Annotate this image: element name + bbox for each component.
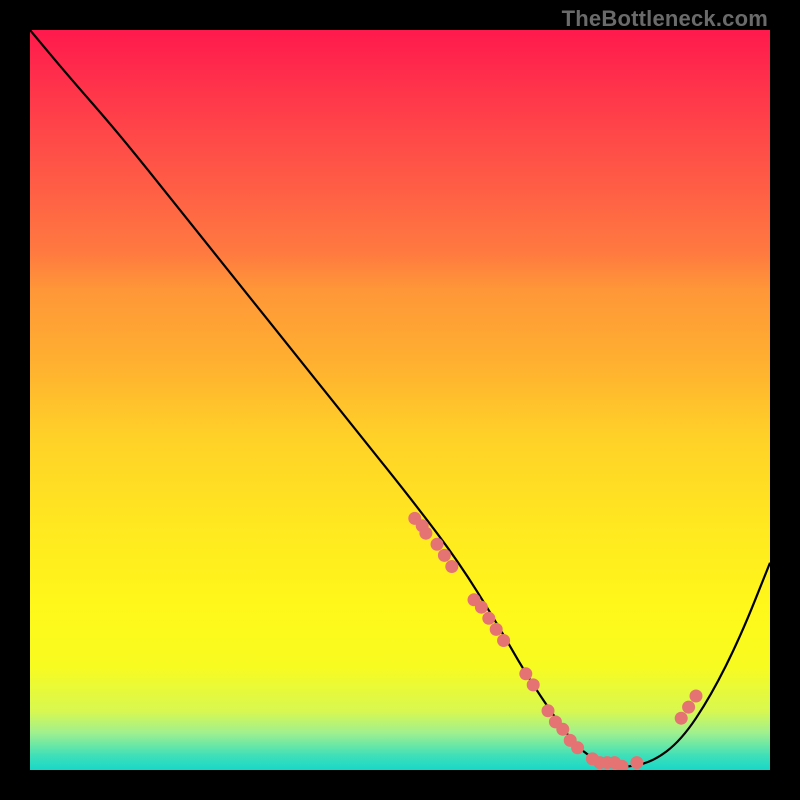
scatter-point — [419, 527, 432, 540]
scatter-point — [497, 634, 510, 647]
scatter-point — [482, 612, 495, 625]
scatter-point — [438, 549, 451, 562]
scatter-point — [542, 704, 555, 717]
scatter-point — [475, 601, 488, 614]
scatter-point — [682, 701, 695, 714]
scatter-point — [445, 560, 458, 573]
scatter-point — [630, 756, 643, 769]
scatter-point — [519, 667, 532, 680]
scatter-point — [690, 690, 703, 703]
scatter-point — [556, 723, 569, 736]
scatter-point — [571, 741, 584, 754]
scatter-point — [431, 538, 444, 551]
chart-svg — [30, 30, 770, 770]
scatter-point — [490, 623, 503, 636]
scatter-point — [527, 678, 540, 691]
bottleneck-curve-line — [30, 30, 770, 766]
watermark-text: TheBottleneck.com — [562, 6, 768, 32]
scatter-points-group — [408, 512, 702, 770]
scatter-point — [675, 712, 688, 725]
